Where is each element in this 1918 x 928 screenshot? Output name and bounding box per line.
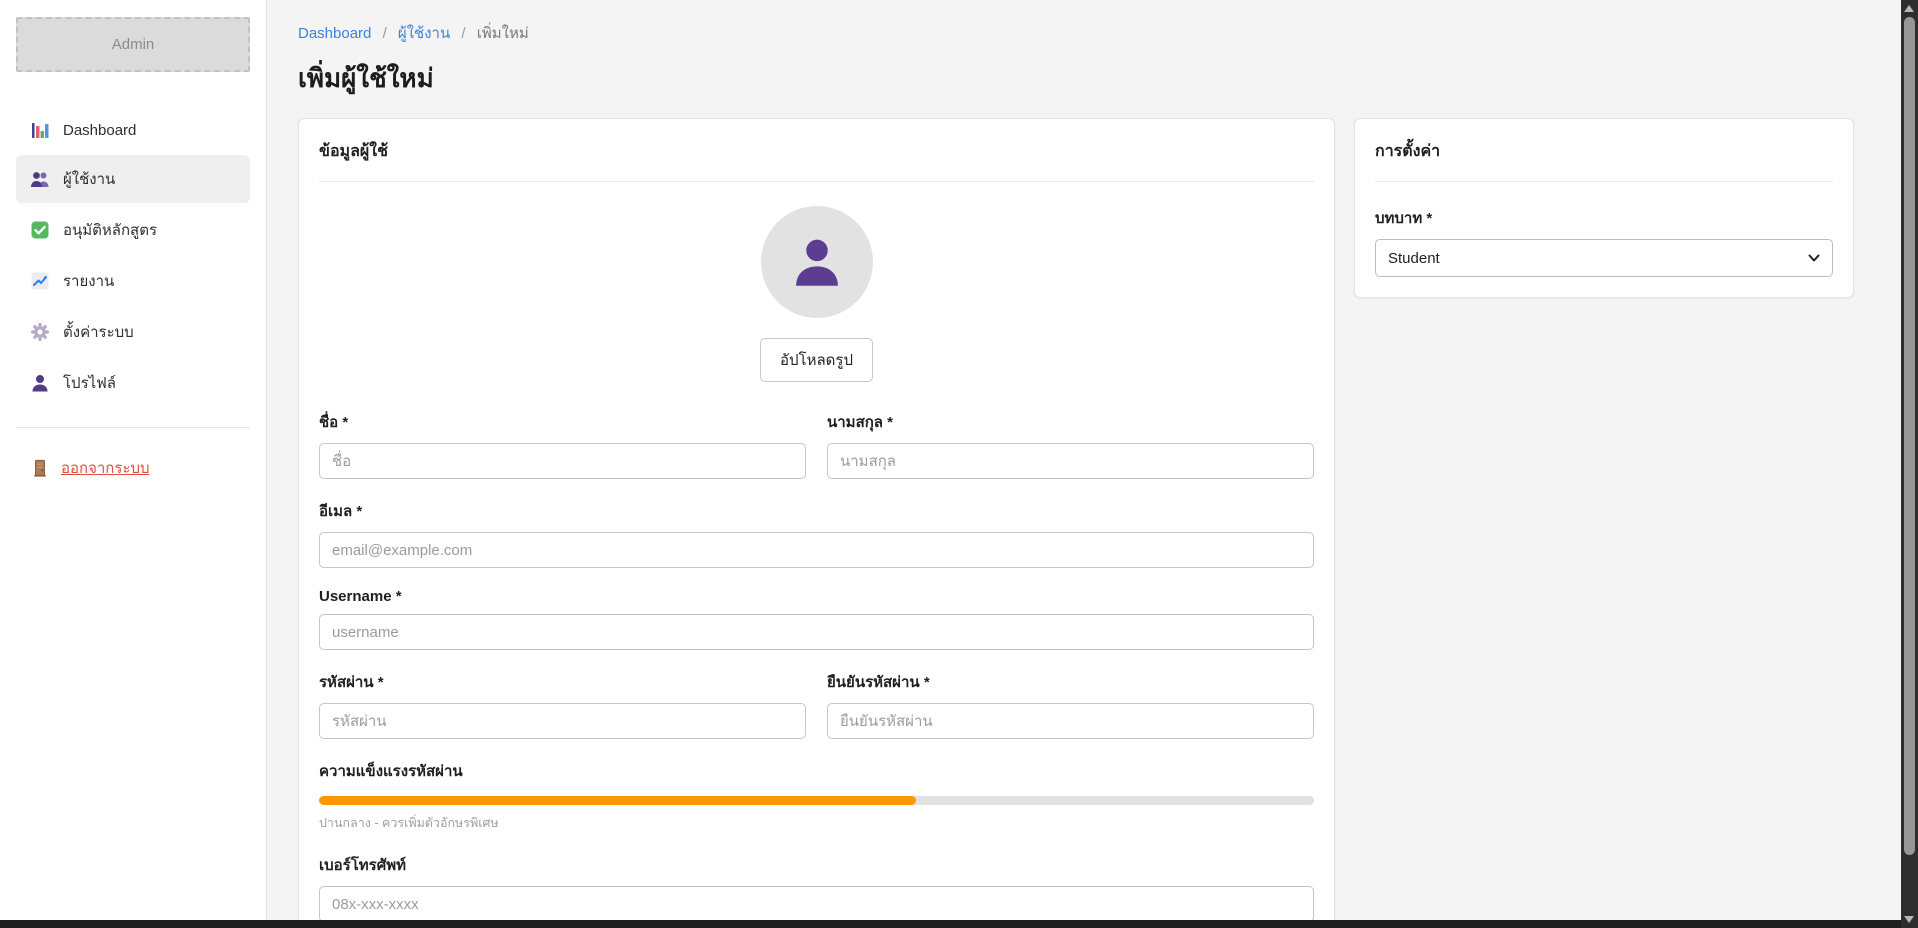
sidebar-item-label: รายงาน	[63, 269, 114, 293]
users-icon	[30, 169, 50, 189]
logout-door-icon	[30, 458, 50, 478]
sidebar-item-label: Dashboard	[63, 122, 136, 139]
approve-courses-icon	[30, 220, 50, 240]
sidebar-item-system-settings[interactable]: ตั้งค่าระบบ	[16, 308, 250, 356]
role-label: บทบาท *	[1375, 206, 1833, 230]
username-input[interactable]	[319, 614, 1314, 650]
phone-input[interactable]	[319, 886, 1314, 922]
logout-link[interactable]: ออกจากระบบ	[16, 456, 250, 480]
dashboard-icon	[30, 120, 50, 140]
sidebar-item-label: ผู้ใช้งาน	[63, 167, 115, 191]
password-input[interactable]	[319, 703, 806, 739]
sidebar-item-dashboard[interactable]: Dashboard	[16, 108, 250, 152]
first-name-input[interactable]	[319, 443, 806, 479]
confirm-password-field-group: ยืนยันรหัสผ่าน *	[827, 670, 1314, 739]
vertical-scrollbar[interactable]	[1901, 0, 1918, 928]
sidebar-item-users[interactable]: ผู้ใช้งาน	[16, 155, 250, 203]
avatar	[761, 206, 873, 318]
password-strength-label: ความแข็งแรงรหัสผ่าน	[319, 759, 1314, 783]
user-info-card: ข้อมูลผู้ใช้ อัปโหลดรูป ชื่อ *	[298, 118, 1335, 928]
username-field-group: Username *	[319, 588, 1314, 650]
brand-label: Admin	[112, 36, 155, 53]
sidebar-item-label: อนุมัติหลักสูตร	[63, 218, 157, 242]
scrollbar-up-arrow-icon[interactable]	[1904, 5, 1914, 12]
sidebar-divider	[16, 427, 250, 428]
first-name-label: ชื่อ *	[319, 410, 806, 434]
reports-icon	[30, 271, 50, 291]
brand-logo-placeholder: Admin	[16, 17, 250, 72]
phone-label: เบอร์โทรศัพท์	[319, 853, 1314, 877]
window-bottom-edge	[0, 920, 1918, 928]
sidebar-item-reports[interactable]: รายงาน	[16, 257, 250, 305]
confirm-password-label: ยืนยันรหัสผ่าน *	[827, 670, 1314, 694]
main-content: Dashboard / ผู้ใช้งาน / เพิ่มใหม่ เพิ่มผ…	[268, 0, 1901, 920]
email-field-group: อีเมล *	[319, 499, 1314, 568]
profile-icon	[30, 373, 50, 393]
phone-field-group: เบอร์โทรศัพท์	[319, 853, 1314, 922]
system-settings-icon	[30, 322, 50, 342]
breadcrumb-current: เพิ่มใหม่	[477, 25, 529, 42]
upload-photo-button[interactable]: อัปโหลดรูป	[760, 338, 873, 382]
breadcrumb-separator: /	[461, 25, 465, 42]
sidebar: Admin Dashboard	[0, 0, 267, 920]
sidebar-item-approve-courses[interactable]: อนุมัติหลักสูตร	[16, 206, 250, 254]
settings-card: การตั้งค่า บทบาท * Student	[1354, 118, 1854, 298]
role-select[interactable]: Student	[1375, 239, 1833, 277]
settings-card-title: การตั้งค่า	[1375, 139, 1833, 182]
password-label: รหัสผ่าน *	[319, 670, 806, 694]
avatar-person-icon	[788, 233, 846, 291]
password-strength-fill	[319, 796, 916, 805]
breadcrumb-link-dashboard[interactable]: Dashboard	[298, 25, 371, 42]
email-label: อีเมล *	[319, 499, 1314, 523]
role-select-wrap: Student	[1375, 239, 1833, 277]
user-info-card-title: ข้อมูลผู้ใช้	[319, 139, 1314, 182]
breadcrumb-separator: /	[383, 25, 387, 42]
breadcrumb-link-users[interactable]: ผู้ใช้งาน	[398, 25, 450, 42]
sidebar-item-label: ตั้งค่าระบบ	[63, 320, 134, 344]
admin-add-user-page: Admin Dashboard	[0, 0, 1918, 928]
content-row: ข้อมูลผู้ใช้ อัปโหลดรูป ชื่อ *	[298, 118, 1854, 928]
email-input[interactable]	[319, 532, 1314, 568]
last-name-field-group: นามสกุล *	[827, 410, 1314, 479]
scrollbar-thumb[interactable]	[1904, 17, 1915, 855]
confirm-password-input[interactable]	[827, 703, 1314, 739]
password-field-group: รหัสผ่าน *	[319, 670, 806, 739]
breadcrumb: Dashboard / ผู้ใช้งาน / เพิ่มใหม่	[298, 24, 1854, 44]
sidebar-nav: Dashboard ผู้ใช้งาน	[16, 108, 250, 407]
last-name-label: นามสกุล *	[827, 410, 1314, 434]
sidebar-item-profile[interactable]: โปรไฟล์	[16, 359, 250, 407]
password-strength-track	[319, 796, 1314, 805]
avatar-section: อัปโหลดรูป	[319, 206, 1314, 382]
last-name-input[interactable]	[827, 443, 1314, 479]
password-strength-section: ความแข็งแรงรหัสผ่าน ปานกลาง - ควรเพิ่มตั…	[319, 759, 1314, 833]
password-strength-hint: ปานกลาง - ควรเพิ่มตัวอักษรพิเศษ	[319, 813, 1314, 833]
username-label: Username *	[319, 588, 1314, 605]
scrollbar-down-arrow-icon[interactable]	[1904, 916, 1914, 923]
page-title: เพิ่มผู้ใช้ใหม่	[298, 61, 1854, 95]
first-name-field-group: ชื่อ *	[319, 410, 806, 479]
sidebar-item-label: โปรไฟล์	[63, 371, 116, 395]
logout-label: ออกจากระบบ	[61, 456, 150, 480]
